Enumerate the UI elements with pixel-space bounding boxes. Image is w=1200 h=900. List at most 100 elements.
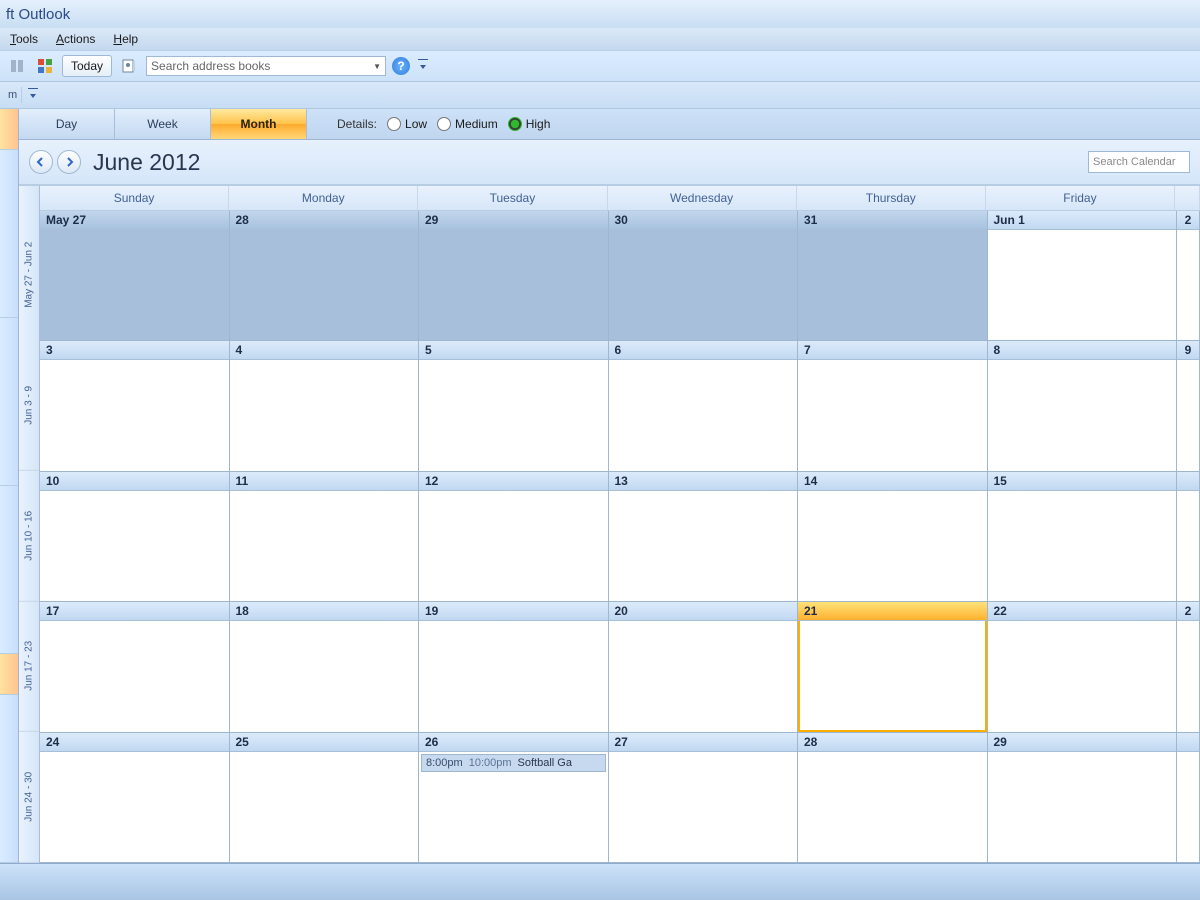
day-cell[interactable]: Jun 1 (988, 211, 1178, 340)
day-header[interactable]: 13 (609, 472, 798, 491)
search-address-books-input[interactable]: Search address books ▼ (146, 56, 386, 76)
day-cell[interactable]: 9 (1177, 341, 1200, 470)
day-header[interactable]: 26 (419, 733, 608, 752)
second-toolbar-label[interactable]: m (4, 87, 22, 103)
day-header[interactable]: 31 (798, 211, 987, 230)
today-button[interactable]: Today (62, 55, 112, 77)
day-cell[interactable]: 29 (988, 733, 1178, 862)
day-cell[interactable]: 5 (419, 341, 609, 470)
day-header[interactable]: 4 (230, 341, 419, 360)
week-label[interactable]: Jun 10 - 16 (19, 471, 39, 602)
day-cell[interactable] (1177, 472, 1200, 601)
address-book-icon[interactable] (118, 55, 140, 77)
day-header[interactable]: 20 (609, 602, 798, 621)
day-header[interactable]: 27 (609, 733, 798, 752)
day-cell[interactable]: 18 (230, 602, 420, 731)
day-header[interactable]: 24 (40, 733, 229, 752)
day-header[interactable]: 10 (40, 472, 229, 491)
day-header[interactable]: 7 (798, 341, 987, 360)
day-cell[interactable]: 28 (798, 733, 988, 862)
day-cell[interactable]: 28 (230, 211, 420, 340)
details-medium-radio[interactable] (437, 117, 451, 131)
second-toolbar-overflow-icon[interactable] (22, 88, 44, 102)
details-medium[interactable]: Medium (437, 117, 498, 131)
details-high-radio[interactable] (508, 117, 522, 131)
day-cell[interactable]: 20 (609, 602, 799, 731)
day-header[interactable]: 30 (609, 211, 798, 230)
day-cell[interactable]: 24 (40, 733, 230, 862)
menu-tools[interactable]: Tools (10, 32, 38, 46)
day-header[interactable]: 22 (988, 602, 1177, 621)
toolbar-overflow-icon[interactable] (416, 55, 430, 77)
day-header[interactable]: Jun 1 (988, 211, 1177, 230)
day-cell-today[interactable]: 21 (798, 602, 988, 731)
day-cell[interactable]: 27 (609, 733, 799, 862)
day-cell[interactable]: 11 (230, 472, 420, 601)
day-cell[interactable]: 22 (988, 602, 1178, 731)
day-header[interactable]: 29 (988, 733, 1177, 752)
day-cell[interactable]: 19 (419, 602, 609, 731)
day-cell[interactable]: 17 (40, 602, 230, 731)
day-header[interactable]: 14 (798, 472, 987, 491)
nav-pane-handle-2[interactable] (0, 654, 18, 695)
day-cell[interactable]: 13 (609, 472, 799, 601)
details-low-radio[interactable] (387, 117, 401, 131)
day-cell[interactable]: 7 (798, 341, 988, 470)
week-label[interactable]: Jun 17 - 23 (19, 601, 39, 732)
day-header[interactable]: 2 (1177, 211, 1199, 230)
tab-month[interactable]: Month (211, 109, 307, 139)
day-header[interactable]: 5 (419, 341, 608, 360)
day-cell[interactable]: 30 (609, 211, 799, 340)
menu-actions[interactable]: Actions (56, 32, 95, 46)
day-cell[interactable]: May 27 (40, 211, 230, 340)
tab-day[interactable]: Day (19, 109, 115, 139)
day-header[interactable]: 12 (419, 472, 608, 491)
day-cell[interactable]: 10 (40, 472, 230, 601)
day-cell[interactable] (1177, 733, 1200, 862)
day-header[interactable] (1177, 733, 1199, 752)
day-cell[interactable]: 3 (40, 341, 230, 470)
day-cell[interactable]: 26 8:00pm10:00pmSoftball Ga (419, 733, 609, 862)
day-header[interactable]: 28 (798, 733, 987, 752)
prev-month-button[interactable] (29, 150, 53, 174)
day-cell[interactable]: 2 (1177, 211, 1200, 340)
day-cell[interactable]: 2 (1177, 602, 1200, 731)
day-cell[interactable]: 12 (419, 472, 609, 601)
day-header[interactable]: 29 (419, 211, 608, 230)
day-cell[interactable]: 8 (988, 341, 1178, 470)
day-cell[interactable]: 4 (230, 341, 420, 470)
day-header[interactable]: 2 (1177, 602, 1199, 621)
day-header[interactable]: 9 (1177, 341, 1199, 360)
day-header[interactable]: 21 (798, 602, 987, 621)
calendar-event[interactable]: 8:00pm10:00pmSoftball Ga (421, 754, 606, 772)
week-label[interactable]: May 27 - Jun 2 (19, 210, 39, 340)
search-calendar-input[interactable]: Search Calendar (1088, 151, 1190, 173)
search-address-books-dropdown-icon[interactable]: ▼ (373, 62, 381, 71)
day-header[interactable]: May 27 (40, 211, 229, 230)
day-header[interactable]: 15 (988, 472, 1177, 491)
day-header[interactable]: 3 (40, 341, 229, 360)
help-icon[interactable]: ? (392, 57, 410, 75)
day-header[interactable]: 18 (230, 602, 419, 621)
day-header[interactable]: 11 (230, 472, 419, 491)
day-cell[interactable]: 29 (419, 211, 609, 340)
day-cell[interactable]: 31 (798, 211, 988, 340)
week-label[interactable]: Jun 24 - 30 (19, 732, 39, 863)
next-month-button[interactable] (57, 150, 81, 174)
day-header[interactable]: 19 (419, 602, 608, 621)
day-header[interactable]: 6 (609, 341, 798, 360)
day-header[interactable]: 8 (988, 341, 1177, 360)
nav-pane-collapsed[interactable] (0, 109, 19, 863)
tab-week[interactable]: Week (115, 109, 211, 139)
categorize-icon[interactable] (34, 55, 56, 77)
details-low[interactable]: Low (387, 117, 427, 131)
day-header[interactable]: 28 (230, 211, 419, 230)
day-cell[interactable]: 15 (988, 472, 1178, 601)
nav-pane-handle[interactable] (0, 109, 18, 150)
day-cell[interactable]: 14 (798, 472, 988, 601)
details-high[interactable]: High (508, 117, 551, 131)
day-header[interactable]: 17 (40, 602, 229, 621)
menu-help[interactable]: Help (113, 32, 138, 46)
day-cell[interactable]: 25 (230, 733, 420, 862)
day-header[interactable]: 25 (230, 733, 419, 752)
